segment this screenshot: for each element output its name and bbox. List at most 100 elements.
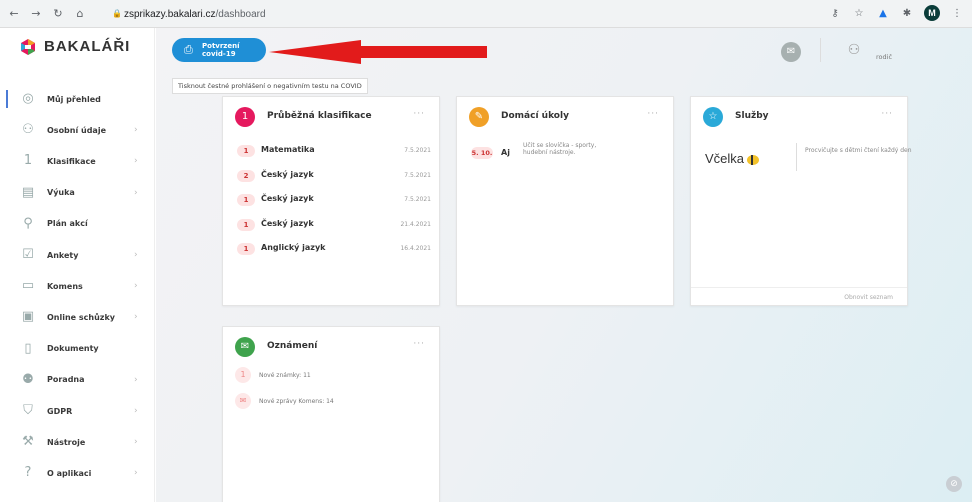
homework-date: 5. 10. <box>471 147 493 159</box>
sidebar-item[interactable]: ◎ Můj přehled <box>0 86 155 112</box>
grade-icon: 1 <box>23 153 33 169</box>
sidebar-item-label: Osobní údaje <box>47 125 106 135</box>
grade-subject: Český jazyk <box>261 218 314 228</box>
sidebar-item[interactable]: ▣ Online schůzky › <box>0 304 155 330</box>
red-arrow-annotation <box>269 40 487 64</box>
messages-icon[interactable]: ✉ <box>781 42 801 62</box>
chevron-right-icon: › <box>134 281 138 292</box>
sidebar-item[interactable]: ▤ Výuka › <box>0 180 155 206</box>
refresh-list-link[interactable]: Obnovit seznam <box>844 294 893 301</box>
user-icon[interactable]: ⚇ <box>846 42 862 58</box>
wrench-icon: ⚒ <box>22 434 34 450</box>
new-message-icon: ✉ <box>235 393 251 409</box>
announcement-text: Nové známky: 11 <box>259 372 311 379</box>
grade-badge: 1 <box>237 243 255 255</box>
key-icon[interactable]: ⚷ <box>828 8 842 19</box>
announcement-row[interactable]: 1 Nové známky: 11 <box>235 367 415 385</box>
sidebar-item[interactable]: ? O aplikaci › <box>0 460 155 486</box>
sidebar-item[interactable]: ⚇ Osobní údaje › <box>0 117 155 143</box>
more-options-icon[interactable]: ··· <box>413 339 425 349</box>
home-icon[interactable]: ⌂ <box>72 6 88 22</box>
sidebar: BAKALÁŘI ◎ Můj přehled ⚇ Osobní údaje › 1 Klas… <box>0 28 155 502</box>
service-description[interactable]: Procvičujte s dětmi čtení každý den <box>805 147 915 154</box>
sidebar-item[interactable]: 1 Klasifikace › <box>0 148 155 174</box>
card-title[interactable]: Oznámení <box>267 341 317 351</box>
grade-subject: Anglický jazyk <box>261 243 326 252</box>
grade-row[interactable]: 1 Český jazyk 21.4.2021 <box>237 217 431 235</box>
logo[interactable]: BAKALÁŘI <box>20 38 130 55</box>
sidebar-item[interactable]: ⚲ Plán akcí <box>0 211 155 237</box>
announcement-row[interactable]: ✉ Nové zprávy Komens: 14 <box>235 393 415 411</box>
chevron-right-icon: › <box>134 250 138 260</box>
card-title[interactable]: Služby <box>735 111 769 121</box>
sidebar-item-label: Plán akcí <box>47 219 88 229</box>
star-icon[interactable]: ☆ <box>852 8 866 19</box>
grade-row[interactable]: 2 Český jazyk 7.5.2021 <box>237 168 431 186</box>
card-title[interactable]: Domácí úkoly <box>501 111 569 121</box>
covid-label-line1: Potvrzení <box>202 42 240 50</box>
grade-subject: Český jazyk <box>261 194 314 203</box>
grades-icon: 1 <box>235 107 255 127</box>
sidebar-item-label: Můj přehled <box>47 94 101 104</box>
sidebar-item[interactable]: ▭ Komens › <box>0 273 155 299</box>
user-role[interactable]: rodič <box>876 53 892 61</box>
chevron-right-icon: › <box>134 437 138 448</box>
chevron-right-icon: › <box>134 312 138 323</box>
chevron-right-icon: › <box>134 156 138 167</box>
sidebar-item-label: Poradna <box>47 375 85 385</box>
reload-icon[interactable]: ↻ <box>50 6 66 22</box>
chevron-right-icon: › <box>134 187 138 198</box>
grade-subject: Český jazyk <box>261 169 314 179</box>
sidebar-item[interactable]: ⛉ GDPR › <box>0 398 155 424</box>
bakalari-logo-icon <box>21 38 35 55</box>
document-icon: ▯ <box>24 340 32 356</box>
puzzle-icon[interactable]: ✱ <box>900 8 914 19</box>
chevron-right-icon: › <box>134 468 138 479</box>
grade-row[interactable]: 1 Český jazyk 7.5.2021 <box>237 192 431 210</box>
grade-badge: 1 <box>237 145 255 157</box>
menu-icon[interactable]: ⋮ <box>950 8 964 19</box>
homework-subject[interactable]: Aj <box>501 148 510 157</box>
grades-card: 1 Průběžná klasifikace ··· 1 Matematika 7.… <box>222 96 440 306</box>
more-options-icon[interactable]: ··· <box>647 109 659 119</box>
back-icon[interactable]: ← <box>6 6 22 22</box>
star-icon: ☆ <box>703 107 723 127</box>
visibility-off-icon[interactable]: ⊘ <box>946 476 962 492</box>
gauge-icon: ◎ <box>22 91 34 106</box>
card-header: ☆ Služby ··· <box>691 97 907 137</box>
grade-row[interactable]: 1 Matematika 7.5.2021 <box>237 143 431 161</box>
counseling-icon: ⚉ <box>22 371 34 387</box>
covid-certificate-button[interactable]: ⎙ Potvrzení covid-19 <box>172 38 266 62</box>
card-header: 1 Průběžná klasifikace ··· <box>223 97 439 137</box>
grade-date: 7.5.2021 <box>404 147 431 154</box>
more-options-icon[interactable]: ··· <box>881 109 893 119</box>
sidebar-item[interactable]: ☑ Ankety › <box>0 242 155 268</box>
more-options-icon[interactable]: ··· <box>413 109 425 119</box>
forward-icon[interactable]: → <box>28 6 44 22</box>
url-host: zsprikazy.bakalari.cz <box>124 8 216 20</box>
homework-text[interactable]: Učit se slovíčka - sporty, hudební nástr… <box>523 142 613 156</box>
chat-icon: ▭ <box>21 278 35 294</box>
chevron-right-icon: › <box>134 125 138 136</box>
sidebar-item-label: Online schůzky <box>47 312 115 322</box>
topbar-divider <box>820 38 821 62</box>
card-title[interactable]: Průběžná klasifikace <box>267 111 372 121</box>
question-icon: ? <box>24 465 32 481</box>
vcelka-logo[interactable]: Včelka <box>705 151 760 166</box>
pencil-icon: ✎ <box>469 107 489 127</box>
sidebar-item[interactable]: ▯ Dokumenty <box>0 336 155 362</box>
sidebar-item[interactable]: ⚒ Nástroje › <box>0 429 155 455</box>
grade-row[interactable]: 1 Anglický jazyk 16.4.2021 <box>237 241 431 259</box>
bee-icon <box>747 154 760 165</box>
sidebar-item-label: Výuka <box>47 188 75 198</box>
homework-card: ✎ Domácí úkoly ··· 5. 10. Aj Učit se slo… <box>456 96 674 306</box>
services-card: ☆ Služby ··· Včelka Procvičujte s dětmi … <box>690 96 912 306</box>
chevron-right-icon: › <box>134 406 138 416</box>
extension-icon[interactable]: ▲ <box>876 8 890 19</box>
sidebar-item[interactable]: ⚉ Poradna › <box>0 367 155 393</box>
checkbox-icon: ☑ <box>22 247 34 262</box>
address-bar[interactable]: 🔒 zsprikazy.bakalari.cz/dashboard <box>112 6 862 22</box>
profile-avatar[interactable]: M <box>924 5 940 21</box>
sidebar-item-label: O aplikaci <box>47 468 92 478</box>
sidebar-item-label: Ankety <box>47 250 79 260</box>
